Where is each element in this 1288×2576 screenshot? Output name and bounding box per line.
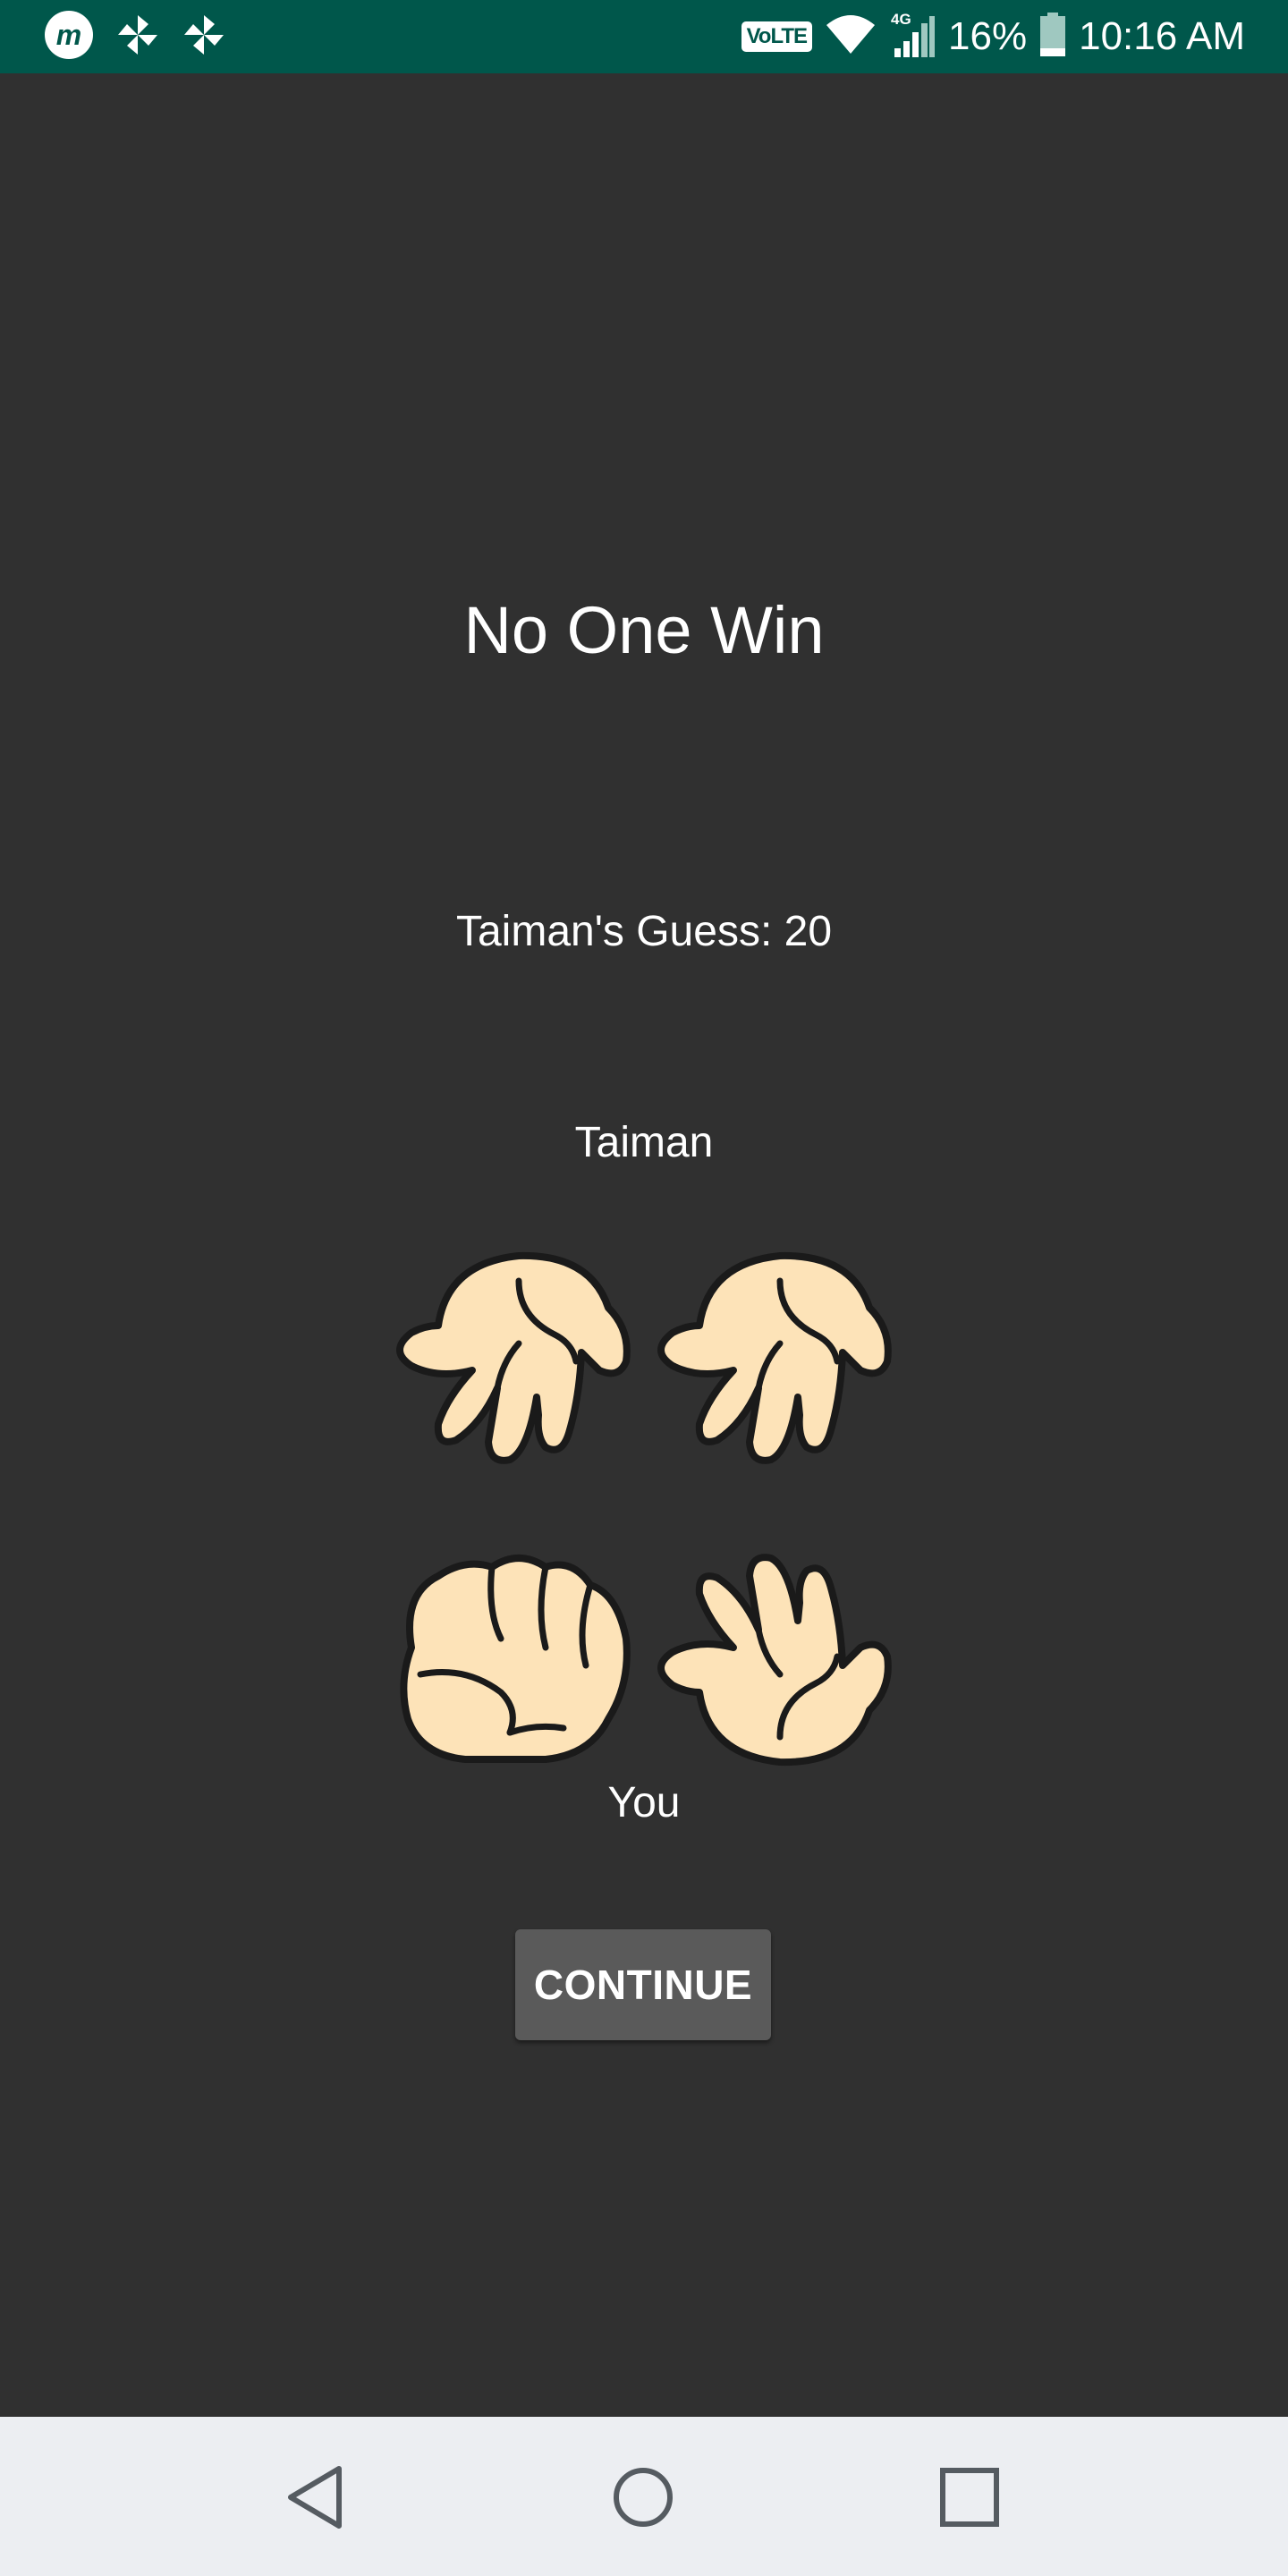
battery-icon bbox=[1039, 12, 1066, 62]
player-hand-left bbox=[385, 1540, 644, 1773]
open-hand-icon bbox=[657, 1554, 892, 1767]
recents-button[interactable] bbox=[927, 2454, 1013, 2540]
pinwheel-icon bbox=[114, 12, 161, 63]
continue-button[interactable]: CONTINUE bbox=[515, 1929, 771, 2040]
status-bar: m VoLTE 4G 16% 10:16 AM bbox=[0, 0, 1288, 73]
navigation-bar bbox=[0, 2417, 1288, 2576]
open-hand-icon bbox=[396, 1251, 631, 1464]
status-right: VoLTE 4G 16% 10:16 AM bbox=[741, 11, 1245, 63]
opponent-hand-right bbox=[646, 1245, 905, 1478]
pinwheel-icon bbox=[181, 12, 227, 63]
home-icon bbox=[614, 2468, 673, 2527]
clock: 10:16 AM bbox=[1079, 14, 1245, 58]
player-label: You bbox=[607, 1779, 681, 1826]
opponent-name: Taiman bbox=[574, 1119, 714, 1166]
back-icon bbox=[288, 2466, 342, 2529]
hands-grid bbox=[385, 1245, 903, 1782]
signal-icon: 4G bbox=[889, 11, 936, 59]
recents-icon bbox=[940, 2468, 999, 2527]
opponent-guess: Taiman's Guess: 20 bbox=[455, 908, 833, 955]
result-title: No One Win bbox=[463, 593, 825, 667]
back-button[interactable] bbox=[272, 2454, 358, 2540]
status-left-icons: m bbox=[43, 9, 227, 65]
open-hand-icon bbox=[657, 1251, 892, 1464]
game-screen: No One Win Taiman's Guess: 20 Taiman You… bbox=[0, 73, 1288, 2417]
fist-icon bbox=[400, 1555, 631, 1763]
m-app-icon: m bbox=[43, 9, 95, 65]
wifi-icon bbox=[825, 14, 877, 60]
opponent-hand-left bbox=[385, 1245, 644, 1478]
battery-percent: 16% bbox=[948, 14, 1028, 58]
svg-text:m: m bbox=[56, 19, 81, 51]
player-hand-right bbox=[646, 1540, 905, 1773]
home-button[interactable] bbox=[600, 2454, 686, 2540]
volte-badge: VoLTE bbox=[741, 21, 813, 52]
